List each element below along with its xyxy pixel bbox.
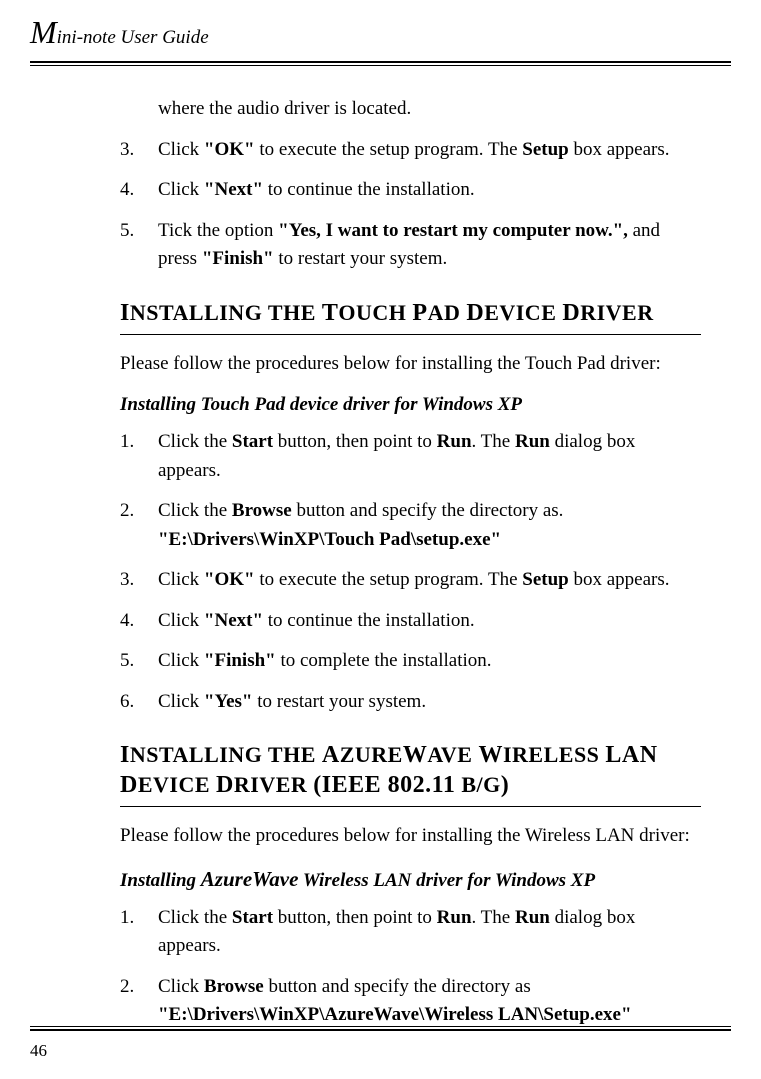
section-paragraph: Please follow the procedures below for i… [120, 823, 701, 849]
step-body: Tick the option "Yes, I want to restart … [158, 217, 701, 274]
guide-title-initial: M [30, 14, 57, 50]
guide-title-rest: ini-note User Guide [57, 27, 209, 48]
step-body: Click the Browse button and specify the … [158, 497, 701, 554]
intro-paragraph: where the audio driver is located. [158, 96, 701, 122]
step-body: Click "Next" to continue the installatio… [158, 176, 701, 205]
page-content: where the audio driver is located. 3. Cl… [0, 66, 761, 1030]
step-number: 3. [120, 566, 158, 595]
section-rule [120, 334, 701, 335]
step-item: 4. Click "Next" to continue the installa… [120, 176, 701, 205]
step-item: 2. Click Browse button and specify the d… [120, 973, 701, 1030]
step-item: 3. Click "OK" to execute the setup progr… [120, 566, 701, 595]
step-body: Click "Yes" to restart your system. [158, 688, 701, 717]
step-body: Click the Start button, then point to Ru… [158, 904, 701, 961]
step-item: 5. Tick the option "Yes, I want to resta… [120, 217, 701, 274]
step-body: Click the Start button, then point to Ru… [158, 428, 701, 485]
section-heading-wlan: INSTALLING THE AZUREWAVE WIRELESS LAN DE… [120, 740, 701, 800]
step-body: Click "Next" to continue the installatio… [158, 607, 701, 636]
step-number: 4. [120, 607, 158, 636]
page-number: 46 [30, 1041, 731, 1061]
page-footer: 46 [30, 1026, 731, 1061]
step-number: 1. [120, 904, 158, 961]
step-item: 2. Click the Browse button and specify t… [120, 497, 701, 554]
step-item: 3. Click "OK" to execute the setup progr… [120, 136, 701, 165]
footer-rule [30, 1026, 731, 1031]
step-number: 3. [120, 136, 158, 165]
step-number: 4. [120, 176, 158, 205]
step-number: 6. [120, 688, 158, 717]
section-heading-touchpad: INSTALLING THE TOUCH PAD DEVICE DRIVER [120, 298, 701, 328]
section-paragraph: Please follow the procedures below for i… [120, 351, 701, 377]
step-body: Click "Finish" to complete the installat… [158, 647, 701, 676]
step-body: Click "OK" to execute the setup program.… [158, 136, 701, 165]
step-number: 5. [120, 217, 158, 274]
step-number: 1. [120, 428, 158, 485]
step-item: 5. Click "Finish" to complete the instal… [120, 647, 701, 676]
step-number: 5. [120, 647, 158, 676]
page-header: Mini-note User Guide [0, 0, 761, 66]
sub-heading-touchpad: Installing Touch Pad device driver for W… [120, 394, 701, 416]
step-body: Click "OK" to execute the setup program.… [158, 566, 701, 595]
step-item: 4. Click "Next" to continue the installa… [120, 607, 701, 636]
step-number: 2. [120, 973, 158, 1030]
step-body: Click Browse button and specify the dire… [158, 973, 701, 1030]
section-rule [120, 806, 701, 807]
file-path: "E:\Drivers\WinXP\Touch Pad\setup.exe" [158, 529, 501, 550]
step-item: 1. Click the Start button, then point to… [120, 904, 701, 961]
sub-heading-wlan: Installing AzureWave Wireless LAN driver… [120, 867, 701, 892]
step-number: 2. [120, 497, 158, 554]
guide-title: Mini-note User Guide [30, 14, 731, 59]
step-item: 6. Click "Yes" to restart your system. [120, 688, 701, 717]
step-item: 1. Click the Start button, then point to… [120, 428, 701, 485]
file-path: "E:\Drivers\WinXP\AzureWave\Wireless LAN… [158, 1004, 632, 1025]
